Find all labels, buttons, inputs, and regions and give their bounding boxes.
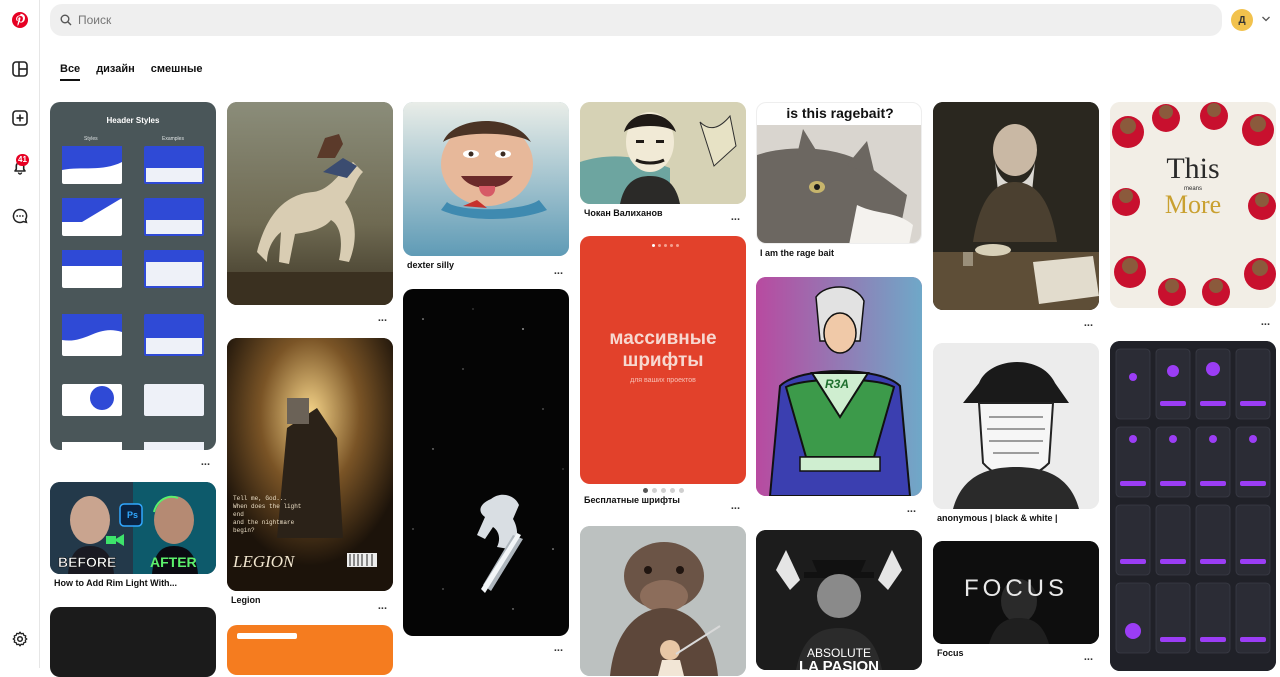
search-bar[interactable] <box>50 4 1222 36</box>
cat-artwork <box>757 125 921 243</box>
pin-image <box>933 102 1099 310</box>
pin-legion[interactable]: LEGION Tell me, God... When does the ligh… <box>227 338 393 612</box>
tab-all[interactable]: Все <box>60 63 81 81</box>
pitbull-artwork <box>580 526 746 676</box>
pin-image-text: FOCUS <box>964 575 1068 602</box>
pin-image <box>580 526 746 676</box>
pin-pitbull[interactable] <box>580 526 746 676</box>
silver-surfer-artwork <box>412 308 564 610</box>
poster-title: LEGION <box>233 552 295 571</box>
more-options-button[interactable]: ... <box>907 504 916 515</box>
carousel-dots[interactable] <box>580 488 746 493</box>
pin-dark-texture[interactable] <box>50 607 216 677</box>
more-options-button[interactable]: ... <box>554 643 563 654</box>
poster-text: Tell me, God... When does the light end and… <box>233 495 302 534</box>
settings-icon[interactable] <box>0 623 40 655</box>
tab-funny[interactable]: смешные <box>151 63 203 81</box>
pin-image <box>1110 341 1276 671</box>
pin-title[interactable]: Бесплатные шрифты <box>584 495 724 505</box>
chokan-artwork <box>580 102 746 204</box>
pin-image-text: This <box>1166 152 1220 185</box>
pin-image: FOCUS <box>933 541 1099 644</box>
more-options-button[interactable]: ... <box>378 313 387 324</box>
notification-badge: 41 <box>16 154 29 166</box>
messages-icon[interactable] <box>0 200 40 232</box>
pin-image <box>933 343 1099 509</box>
pin-image: ABSOLUTE LA PASION <box>756 530 922 670</box>
tab-design[interactable]: дизайн <box>96 63 135 81</box>
pin-title[interactable]: Focus <box>937 648 1077 658</box>
pin-image-text: шрифты <box>622 350 704 371</box>
more-options-button[interactable]: ... <box>731 501 740 512</box>
superhero-emblem: R3A <box>825 377 850 391</box>
pin-image-text: массивные <box>609 328 717 349</box>
pin-image: LEGION Tell me, God... When does the ligh… <box>227 338 393 591</box>
pin-image: массивные шрифты для ваших проектов <box>580 236 746 484</box>
pin-focus[interactable]: FOCUS Focus ... <box>933 541 1099 663</box>
pin-image-text: для ваших проектов <box>630 377 696 384</box>
more-options-button[interactable]: ... <box>554 266 563 277</box>
pin-fonts[interactable]: массивные шрифты для ваших проектов Бесп… <box>580 236 746 512</box>
pin-image <box>403 102 569 256</box>
pin-image: Ps BEFORE AFTER <box>50 482 216 574</box>
pin-image: Header Styles Styles Examples <box>50 102 216 450</box>
old-man-artwork <box>933 102 1099 310</box>
pin-title[interactable]: anonymous | black & white | <box>937 513 1077 523</box>
pin-image-text: is this ragebait? <box>786 105 894 121</box>
pin-image <box>580 102 746 204</box>
pinterest-logo-icon[interactable] <box>0 4 40 36</box>
pin-image: R3A <box>756 277 922 496</box>
horse-painting-artwork <box>227 102 393 305</box>
pin-rim-light[interactable]: Ps BEFORE AFTER How to Add Rim Light Wit… <box>50 482 216 588</box>
board-tabs: Все дизайн смешные <box>60 63 218 81</box>
pin-ragebait[interactable]: is this ragebait? I am the rage bait <box>756 102 922 258</box>
pin-absolute[interactable]: ABSOLUTE LA PASION <box>756 530 922 670</box>
avatar[interactable]: Д <box>1231 9 1253 31</box>
pin-old-man-painting[interactable]: ... <box>933 102 1099 329</box>
create-icon[interactable] <box>0 102 40 134</box>
home-grid-icon[interactable] <box>0 53 40 85</box>
more-options-button[interactable]: ... <box>1084 318 1093 329</box>
pin-horse-painting[interactable]: ... <box>227 102 393 324</box>
pin-image-text: More <box>1164 190 1222 219</box>
pin-image <box>403 289 569 636</box>
more-options-button[interactable]: ... <box>201 457 210 468</box>
pin-image-text: BEFORE <box>58 554 117 571</box>
pin-title[interactable]: How to Add Rim Light With... <box>54 578 194 588</box>
more-options-button[interactable]: ... <box>378 601 387 612</box>
pin-anonymous[interactable]: anonymous | black & white | <box>933 343 1099 523</box>
pin-image <box>227 102 393 305</box>
more-options-button[interactable]: ... <box>1084 652 1093 663</box>
app-ui-artwork <box>1110 341 1276 671</box>
pin-title[interactable]: Чокан Валиханов <box>584 208 724 218</box>
photoshop-icon: Ps <box>127 510 139 520</box>
more-options-button[interactable]: ... <box>731 212 740 223</box>
pin-header-styles[interactable]: Header Styles Styles Examples ... <box>50 102 216 468</box>
pin-image-text: AFTER <box>150 554 197 570</box>
header-styles-artwork <box>62 146 204 450</box>
pin-image: is this ragebait? <box>756 102 922 244</box>
search-input[interactable] <box>78 13 1178 27</box>
chevron-down-icon[interactable] <box>1261 14 1271 24</box>
pin-title[interactable]: dexter silly <box>407 260 547 270</box>
pin-superhero[interactable]: R3A ... <box>756 277 922 515</box>
pin-image-text: LA PASION <box>798 658 879 670</box>
anonymous-artwork <box>933 343 1099 509</box>
pin-this-means-more[interactable]: This means More ... <box>1110 102 1276 328</box>
pin-title[interactable]: I am the rage bait <box>760 248 900 258</box>
pin-image: This means More <box>1110 102 1276 308</box>
search-icon <box>60 14 72 26</box>
pin-app-ui[interactable] <box>1110 341 1276 671</box>
pin-title[interactable]: Legion <box>231 595 371 605</box>
pin-chokan[interactable]: Чокан Валиханов ... <box>580 102 746 223</box>
more-options-button[interactable]: ... <box>1261 317 1270 328</box>
sidebar: 41 <box>0 0 40 668</box>
dexter-artwork <box>403 102 569 256</box>
pin-silver-surfer[interactable]: ... <box>403 289 569 654</box>
pin-image <box>50 607 216 677</box>
pin-dexter[interactable]: dexter silly ... <box>403 102 569 277</box>
